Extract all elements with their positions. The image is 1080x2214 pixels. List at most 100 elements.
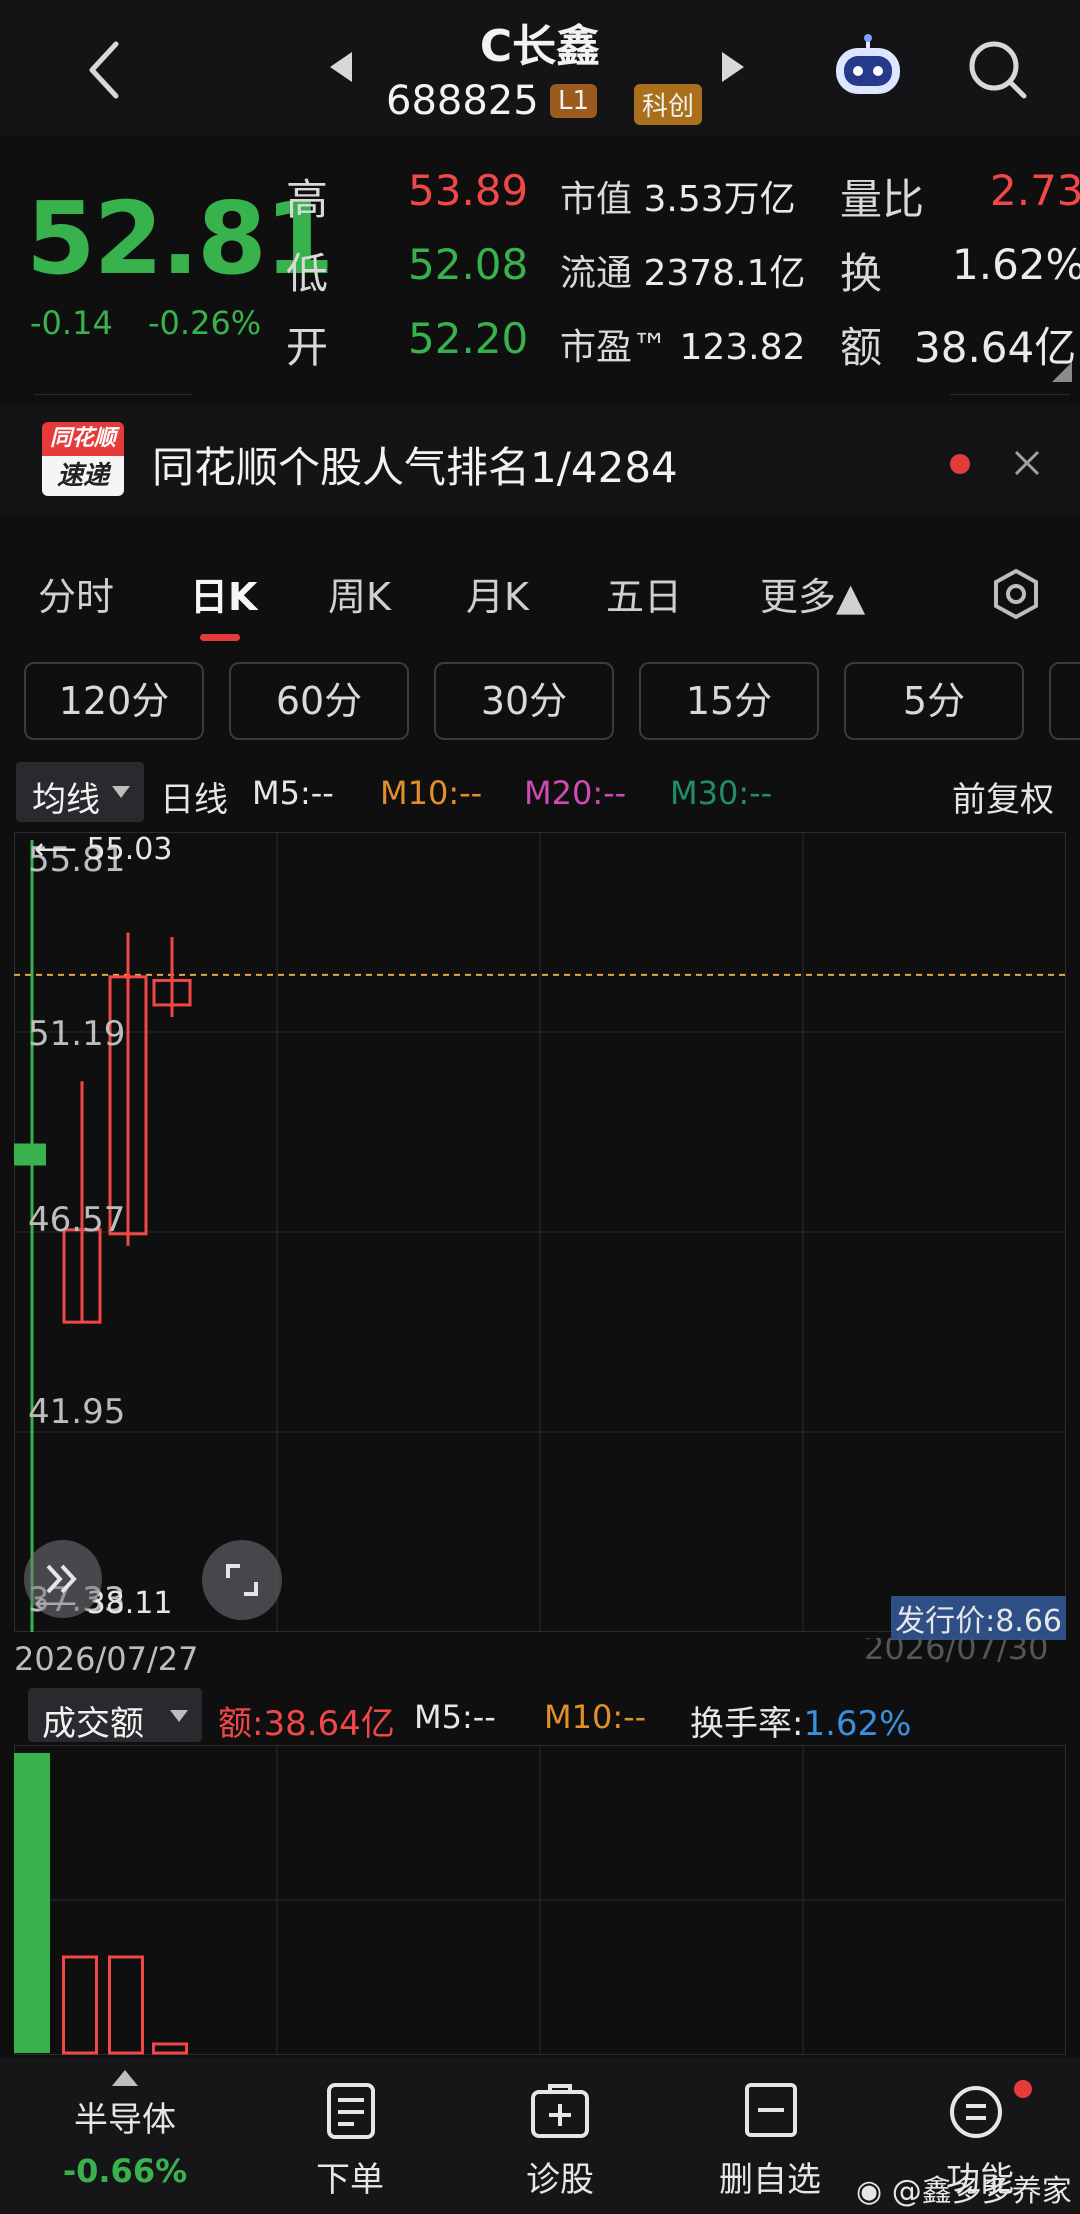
caret-up-icon (112, 2070, 138, 2086)
double-chevron-right-icon (46, 1564, 77, 1594)
turnover-rate-value: 1.62% (803, 1704, 912, 1744)
expand-corner-icon[interactable] (1052, 362, 1072, 382)
price-change-pct: -0.26% (148, 304, 262, 342)
pe-ratio: 市盈™ 123.82 (560, 318, 805, 370)
date-left: 2026/07/27 (14, 1640, 199, 1678)
banner-text: 同花顺个股人气排名1/4284 (152, 443, 678, 492)
indicator-bar: 均线 日线 M5:-- M10:-- M20:-- M30:-- 前复权 (16, 762, 1080, 822)
market-cap-value: 3.53万亿 (643, 179, 796, 220)
watermark: ◉ @鑫多多养家 (856, 2166, 1072, 2210)
pe-value: 123.82 (679, 327, 806, 368)
divider (34, 394, 192, 395)
kline-chart[interactable]: 55.81 51.19 46.57 41.95 37.33 ⟵ 55.03 ⟵ … (14, 832, 1066, 1640)
volume-bar (108, 1955, 144, 2055)
tab-weekly-k[interactable]: 周K (328, 566, 391, 621)
market-cap-label: 市值 (560, 179, 633, 220)
order-button[interactable]: 下单 (290, 2082, 410, 2202)
logo-top: 同花顺 (42, 422, 124, 456)
max-price-value: 55.03 (86, 832, 173, 867)
open-value: 52.20 (408, 314, 529, 363)
active-tab-indicator (200, 634, 240, 641)
remove-watchlist-label: 删自选 (719, 2160, 821, 2200)
back-arrow-icon[interactable] (84, 40, 124, 100)
period-more-pill[interactable] (1049, 662, 1080, 740)
bottom-toolbar: 半导体 -0.66% 下单 诊股 删自选 功能 ◉ @鑫多多养家 (0, 2058, 1080, 2214)
ma-selector[interactable]: 均线 (16, 762, 144, 822)
ma10-label: M10:-- (380, 774, 483, 812)
volume-ratio-label: 量比 (840, 175, 925, 224)
level1-badge: L1 (550, 84, 598, 118)
tab-more[interactable]: 更多▲ (760, 566, 865, 621)
volume-svg (14, 1745, 1066, 2055)
minus-square-icon (745, 2083, 797, 2137)
sector-semiconductor[interactable]: 半导体 -0.66% (40, 2068, 210, 2208)
volume-ratio-value: 2.73 (990, 166, 1080, 215)
weibo-icon: ◉ (856, 2174, 883, 2209)
volume-selector[interactable]: 成交额 (28, 1688, 202, 1744)
ma30-label: M30:-- (670, 774, 773, 812)
period-30min[interactable]: 30分 (434, 662, 614, 740)
period-5min[interactable]: 5分 (844, 662, 1024, 740)
document-icon (327, 2083, 375, 2139)
settings-hexagon-icon[interactable] (990, 568, 1042, 620)
sector-change: -0.66% (62, 2152, 188, 2190)
tab-monthly-k[interactable]: 月K (466, 566, 529, 621)
candle-body (14, 1143, 46, 1166)
tonghuashun-logo: 同花顺 速递 (42, 422, 124, 498)
high-value: 53.89 (408, 166, 529, 215)
medical-kit-icon (531, 2084, 589, 2138)
tab-daily-k[interactable]: 日K (190, 566, 257, 621)
line-type[interactable]: 日线 (160, 772, 228, 821)
period-120min[interactable]: 120分 (24, 662, 204, 740)
diagnose-label: 诊股 (526, 2160, 594, 2200)
turnover-label: 换 (840, 249, 883, 298)
popularity-banner[interactable]: 同花顺 速递 同花顺个股人气排名1/4284 (0, 404, 1080, 516)
volume-bar (14, 1753, 50, 2053)
next-stock-icon[interactable] (722, 52, 744, 82)
watermark-text: @鑫多多养家 (891, 2174, 1072, 2209)
date-right: 2026/07/30 (864, 1638, 1049, 1667)
dropdown-caret-icon (112, 786, 130, 798)
volume-ma10: M10:-- (544, 1698, 647, 1736)
high-label: 高 (286, 175, 329, 224)
pe-label: 市盈™ (560, 327, 669, 368)
float-cap: 流通 2378.1亿 (560, 244, 805, 296)
volume-bar (152, 2042, 188, 2055)
fullscreen-button[interactable] (202, 1540, 282, 1620)
tab-intraday[interactable]: 分时 (38, 566, 114, 621)
period-60min[interactable]: 60分 (229, 662, 409, 740)
close-icon[interactable] (1014, 450, 1040, 476)
menu-circle-icon (950, 2086, 1002, 2138)
float-cap-label: 流通 (560, 253, 633, 294)
market-cap: 市值 3.53万亿 (560, 170, 796, 222)
kline-svg (14, 832, 1066, 1632)
diagnose-button[interactable]: 诊股 (500, 2082, 620, 2202)
y-tick-label: 51.19 (28, 1014, 126, 1054)
robot-assistant-icon[interactable] (832, 34, 904, 102)
y-tick-label: 46.57 (28, 1200, 126, 1240)
prev-stock-icon[interactable] (330, 52, 352, 82)
dropdown-caret-icon (170, 1710, 188, 1722)
volume-selector-label: 成交额 (42, 1704, 144, 1744)
volume-amount: 额:38.64亿 (218, 1704, 395, 1744)
header: C长鑫 688825 L1 科创 (0, 0, 1080, 136)
period-15min[interactable]: 15分 (639, 662, 819, 740)
notification-dot (950, 454, 970, 474)
quote-panel: 52.81 -0.14 -0.26% 高 53.89 低 52.08 开 52.… (0, 136, 1080, 400)
period-tabs: 分时 日K 周K 月K 五日 更多▲ (0, 530, 1080, 650)
search-icon[interactable] (966, 38, 1030, 102)
tab-five-day[interactable]: 五日 (606, 566, 682, 621)
turnover-rate: 换手率:1.62% (690, 1696, 911, 1745)
adjust-mode[interactable]: 前复权 (952, 772, 1054, 821)
amount-label: 额 (840, 323, 883, 372)
arrow-left-icon: ⟵ (34, 832, 78, 867)
stock-name: C长鑫 (479, 21, 601, 72)
volume-chart[interactable] (14, 1745, 1066, 2055)
ma5-label: M5:-- (252, 774, 334, 812)
low-value: 52.08 (408, 240, 529, 289)
fast-forward-button[interactable] (24, 1540, 102, 1618)
order-label: 下单 (316, 2160, 384, 2200)
ma20-label: M20:-- (524, 774, 627, 812)
remove-watchlist-button[interactable]: 删自选 (700, 2082, 840, 2202)
fullscreen-icon (226, 1564, 258, 1596)
